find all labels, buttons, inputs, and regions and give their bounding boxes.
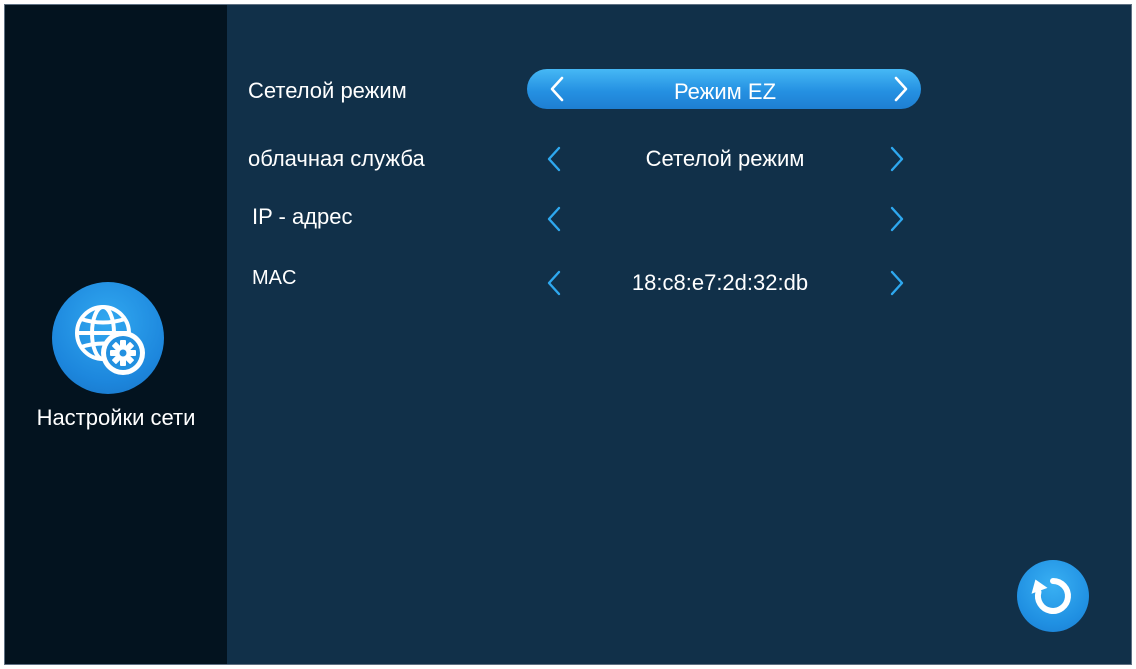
cloud-service-label: облачная служба [248, 146, 425, 171]
mac-value: 18:c8:e7:2d:32:db [631, 270, 809, 295]
cloud-service-prev-chevron-left-icon[interactable] [540, 144, 570, 174]
sidebar: Настройки сети [5, 5, 227, 664]
network-settings-screen: Настройки сети Сетелой режим Режим EZ об… [4, 4, 1132, 665]
ip-address-label: IP - адрес [252, 204, 353, 229]
cloud-service-next-chevron-right-icon[interactable] [881, 144, 911, 174]
mac-next-chevron-right-icon[interactable] [881, 268, 911, 298]
network-mode-label: Сетелой режим [248, 78, 407, 103]
globe-gear-icon[interactable] [52, 282, 164, 394]
ip-address-prev-chevron-left-icon[interactable] [540, 204, 570, 234]
network-mode-prev-chevron-left-icon[interactable] [543, 74, 573, 104]
network-mode-next-chevron-right-icon[interactable] [885, 74, 915, 104]
refresh-icon[interactable] [1017, 560, 1089, 632]
sidebar-label: Настройки сети [36, 405, 196, 430]
mac-label: MAC [252, 267, 297, 289]
cloud-service-value: Сетелой режим [645, 146, 805, 171]
network-mode-value: Режим EZ [673, 79, 777, 104]
ip-address-next-chevron-right-icon[interactable] [881, 204, 911, 234]
